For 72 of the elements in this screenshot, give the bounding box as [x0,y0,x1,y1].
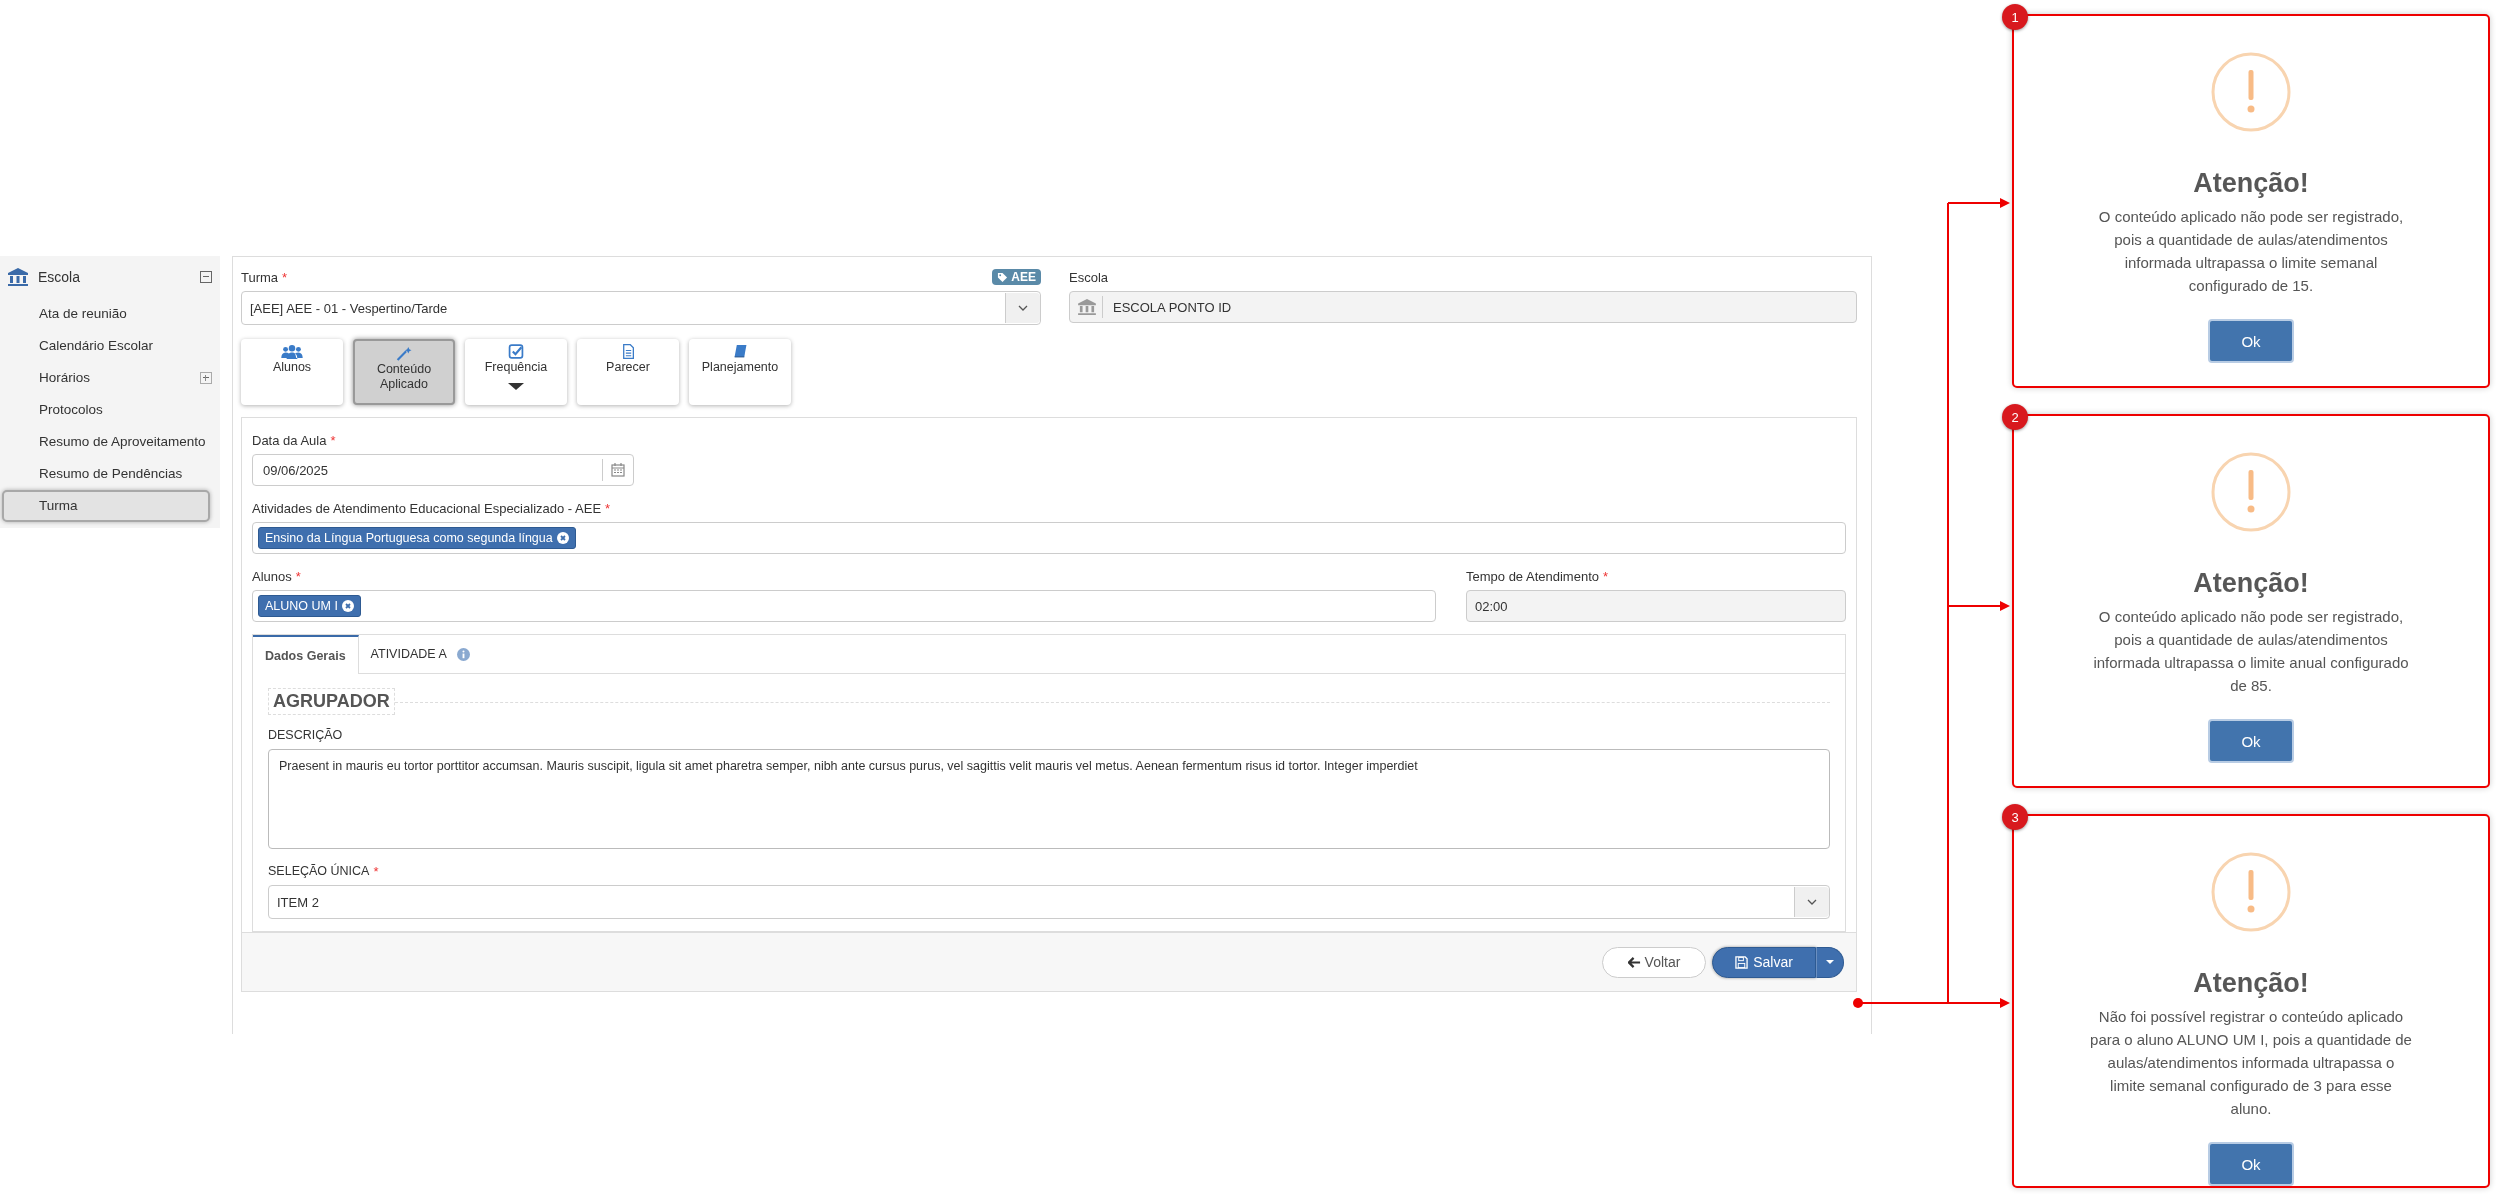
school-field: ESCOLA PONTO ID [1069,291,1857,323]
remove-icon[interactable] [341,600,354,612]
action-tile[interactable]: Frequência [465,339,567,405]
dialog-title: Atenção! [2193,968,2309,999]
caret-icon[interactable] [1816,946,1844,978]
field-label: DESCRIÇÃO [268,728,343,742]
student-tag[interactable]: ALUNO UM I [258,595,361,617]
callout-number: 1 [2002,4,2028,30]
bank-icon [1078,299,1096,315]
back-button[interactable]: Voltar [1602,946,1706,978]
dialog-title: Atenção! [2193,568,2309,599]
select-value: [AEE] AEE - 01 - Vespertino/Tarde [249,300,449,316]
ok-button[interactable]: Ok [2208,319,2294,363]
save-icon [1735,955,1749,969]
ok-button[interactable]: Ok [2208,719,2294,763]
arrow-left-icon [1627,955,1641,969]
required-mark: * [330,432,336,448]
save-button[interactable]: Salvar [1712,946,1816,978]
field-label: Alunos [252,568,292,584]
required-mark: * [605,500,611,516]
expand-icon[interactable] [200,372,212,384]
tag-badge: AEE [992,269,1041,285]
turma-select[interactable]: [AEE] AEE - 01 - Vespertino/Tarde [241,291,1041,325]
description-textarea[interactable]: Praesent in mauris eu tortor porttitor accumsan. Mauris suscipit, ligula sit amet pharetra semper, nibh ante cursus purus, vel sagittis velit mauris vel metus. Aenean fermentum risus id tortor. Integer imperdiet [268,749,1830,849]
caret-icon[interactable] [508,383,524,390]
required-mark: * [373,863,379,879]
sidebar-item[interactable]: Protocolos [2,394,210,426]
required-mark: * [295,568,301,584]
action-tile[interactable]: Alunos [241,339,343,405]
required-mark: * [1603,568,1609,584]
callout-number: 2 [2002,404,2028,430]
tab[interactable]: Dados Gerais [253,635,359,674]
sidebar-item[interactable]: Calendário Escolar [2,330,210,362]
sidebar-item[interactable]: Ata de reunião [2,298,210,330]
required-mark: * [282,269,288,285]
group-title: AGRUPADOR [268,688,395,715]
dialog-message: Não foi possível registrar o conteúdo aplicado para o aluno ALUNO UM I, pois a quantidade de aulas/atendimentos informada ultrapassa o limite semanal configurado de 3 para esse aluno. [2089,1007,2413,1119]
calendar-icon[interactable] [611,463,625,477]
sidebar-item[interactable]: Resumo de Pendências [2,458,210,490]
tab[interactable]: ATIVIDADE A [358,635,482,673]
students-field[interactable]: ALUNO UM I [252,590,1436,622]
bank-icon [8,268,28,286]
field-label: Tempo de Atendimento [1466,568,1599,584]
warning-icon [2211,52,2291,132]
callout-number: 3 [2002,804,2028,830]
field-label: SELEÇÃO ÚNICA [268,864,370,878]
dialog-title: Atenção! [2193,168,2309,199]
collapse-icon[interactable] [200,271,212,283]
sidebar-item[interactable]: Horários [2,362,198,394]
action-tile[interactable]: Conteúdo Aplicado [353,339,455,405]
field-label: Atividades de Atendimento Educacional Especializado - AEE [252,500,602,516]
field-label: Data da Aula [252,432,327,448]
ok-button[interactable]: Ok [2208,1142,2294,1186]
field-label: Turma [241,269,279,285]
activities-field[interactable]: Ensino da Língua Portuguesa como segunda língua [252,522,1846,554]
sidebar-section-title[interactable]: Escola [38,269,190,285]
users-icon [281,344,303,359]
warning-icon [2211,852,2291,932]
remove-icon[interactable] [556,532,569,544]
dialog-message: O conteúdo aplicado não pode ser registrado, pois a quantidade de aulas/atendimentos informada ultrapassa o limite anual configurado de 85. [2092,607,2410,696]
action-tile[interactable]: Parecer [577,339,679,405]
sidebar-item[interactable]: Turma [2,490,210,522]
activity-tag[interactable]: Ensino da Língua Portuguesa como segunda língua [258,527,576,549]
info-icon [456,647,470,661]
action-tile[interactable]: Planejamento [689,339,791,405]
dialog-message: O conteúdo aplicado não pode ser registrado, pois a quantidade de aulas/atendimentos informada ultrapassa o limite semanal configurado de 15. [2097,207,2405,296]
time-field: 02:00 [1466,590,1846,622]
warning-icon [2211,452,2291,532]
sidebar-item[interactable]: Resumo de Aproveitamento [2,426,210,458]
single-select[interactable]: ITEM 2 [268,885,1830,919]
field-label: Escola [1069,269,1109,285]
date-field[interactable]: 09/06/2025 [252,454,634,486]
